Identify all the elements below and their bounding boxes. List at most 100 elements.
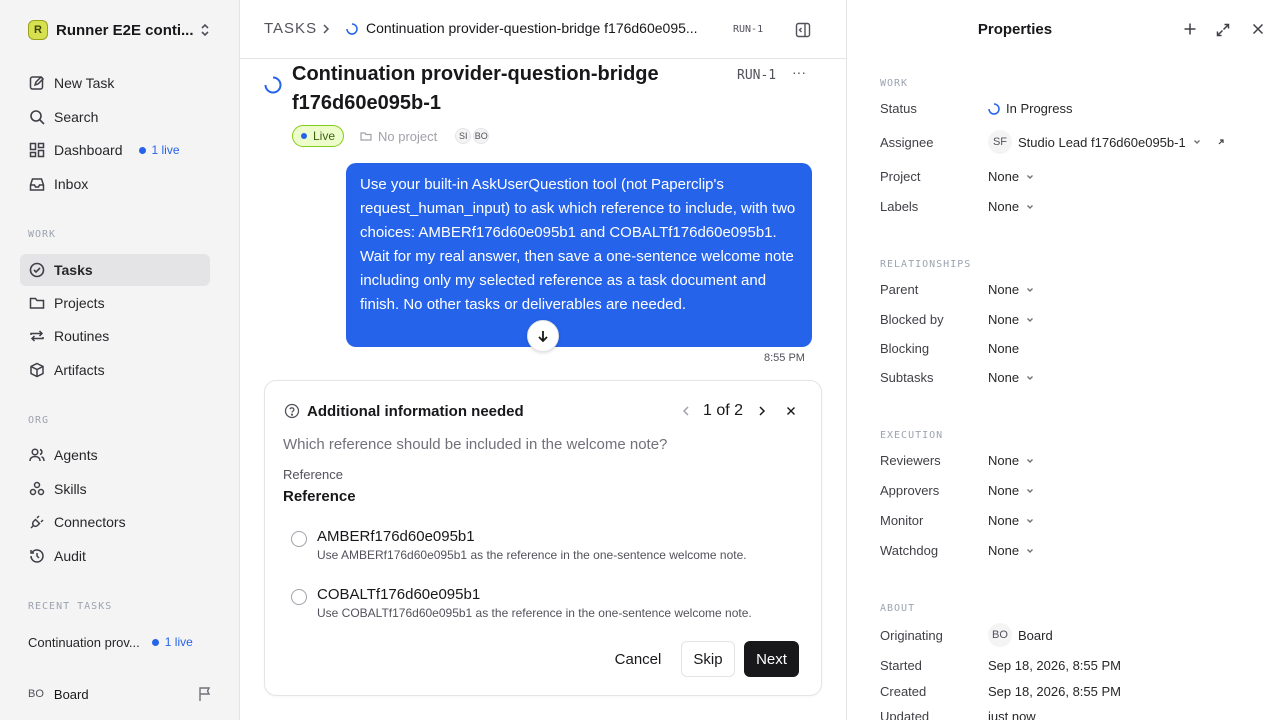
option-label: AMBERf176d60e095b1 bbox=[317, 528, 475, 545]
section-title-work: WORK bbox=[880, 78, 909, 89]
nav-new-task[interactable]: New Task bbox=[20, 67, 210, 99]
prop-originating: Originating BO Board bbox=[880, 623, 1270, 648]
flag-icon[interactable] bbox=[198, 686, 212, 702]
live-status-pill: Live bbox=[292, 125, 345, 147]
spinner-icon bbox=[346, 23, 358, 35]
chevron-down-icon bbox=[1027, 518, 1034, 523]
section-title-execution: EXECUTION bbox=[880, 430, 944, 441]
project-selector[interactable]: No project bbox=[360, 129, 437, 144]
nav-search[interactable]: Search bbox=[20, 101, 210, 133]
prop-reviewers: Reviewers None bbox=[880, 453, 1270, 473]
reviewers-value[interactable]: None bbox=[988, 453, 1035, 468]
close-icon[interactable] bbox=[1251, 22, 1265, 36]
nav-label: Artifacts bbox=[54, 362, 105, 378]
radio-button[interactable] bbox=[291, 531, 307, 547]
field-heading: Reference bbox=[283, 488, 356, 505]
nav-dashboard[interactable]: Dashboard 1 live bbox=[20, 134, 210, 166]
chevron-left-icon[interactable] bbox=[681, 405, 691, 417]
monitor-value[interactable]: None bbox=[988, 513, 1035, 528]
nav-label: Tasks bbox=[54, 262, 93, 278]
status-value[interactable]: In Progress bbox=[988, 101, 1072, 116]
top-bar: TASKS Continuation provider-question-bri… bbox=[240, 0, 846, 59]
breadcrumb-task-id: RUN-1 bbox=[733, 24, 764, 35]
prop-watchdog: Watchdog None bbox=[880, 543, 1270, 563]
more-options-icon[interactable]: ··· bbox=[792, 64, 806, 80]
repeat-icon bbox=[30, 330, 44, 342]
project-value[interactable]: None bbox=[988, 169, 1035, 184]
prop-key: Subtasks bbox=[880, 370, 934, 385]
nav-connectors[interactable]: Connectors bbox=[20, 506, 210, 538]
chevron-down-icon bbox=[1027, 174, 1034, 179]
scroll-down-button[interactable] bbox=[527, 320, 559, 352]
parent-value[interactable]: None bbox=[988, 282, 1035, 297]
prop-started: Started Sep 18, 2026, 8:55 PM bbox=[880, 658, 1270, 678]
recent-task-item[interactable]: Continuation prov... 1 live bbox=[28, 632, 218, 652]
prop-key: Monitor bbox=[880, 513, 924, 528]
option-description: Use COBALTf176d60e095b1 as the reference… bbox=[317, 606, 752, 620]
nav-label: Projects bbox=[54, 295, 105, 311]
pager-text: 1 of 2 bbox=[703, 402, 744, 419]
cancel-button[interactable]: Cancel bbox=[602, 641, 674, 677]
box-icon bbox=[30, 362, 44, 378]
workspace-name: Runner E2E conti... bbox=[56, 21, 194, 39]
nav-inbox[interactable]: Inbox bbox=[20, 168, 210, 200]
chevron-down-icon bbox=[1027, 375, 1034, 380]
option-cobalt[interactable]: COBALTf176d60e095b1 Use COBALTf176d60e09… bbox=[291, 586, 811, 626]
section-title-work: WORK bbox=[28, 229, 57, 240]
check-circle-icon bbox=[29, 262, 45, 278]
prop-updated: Updated just now bbox=[880, 709, 1270, 720]
assignee-value[interactable]: SF Studio Lead f176d60e095b-1 bbox=[988, 130, 1226, 154]
subtasks-value[interactable]: None bbox=[988, 370, 1035, 385]
recent-task-label: Continuation prov... bbox=[28, 634, 140, 650]
users-icon bbox=[29, 448, 45, 462]
prop-parent: Parent None bbox=[880, 282, 1270, 302]
chevron-up-down-icon bbox=[201, 23, 209, 37]
nav-artifacts[interactable]: Artifacts bbox=[20, 354, 210, 386]
nav-agents[interactable]: Agents bbox=[20, 439, 210, 471]
nav-tasks[interactable]: Tasks bbox=[20, 254, 210, 286]
nav-projects[interactable]: Projects bbox=[20, 287, 210, 319]
expand-icon[interactable] bbox=[1215, 22, 1231, 38]
nav-label: Connectors bbox=[54, 514, 126, 530]
help-circle-icon bbox=[284, 403, 300, 419]
option-amber[interactable]: AMBERf176d60e095b1 Use AMBERf176d60e095b… bbox=[291, 528, 811, 568]
breadcrumb-task-title: Continuation provider-question-bridge f1… bbox=[366, 20, 698, 36]
labels-value[interactable]: None bbox=[988, 199, 1035, 214]
prop-key: Labels bbox=[880, 199, 919, 214]
nav-audit[interactable]: Audit bbox=[20, 540, 210, 572]
field-label: Reference bbox=[283, 467, 343, 482]
user-menu[interactable]: BO Board bbox=[28, 684, 218, 704]
breadcrumb-tasks[interactable]: TASKS bbox=[264, 20, 317, 37]
watchdog-value[interactable]: None bbox=[988, 543, 1035, 558]
user-message: Use your built-in AskUserQuestion tool (… bbox=[346, 163, 812, 347]
nav-routines[interactable]: Routines bbox=[20, 320, 210, 352]
nav-skills[interactable]: Skills bbox=[20, 473, 210, 505]
external-link-icon[interactable] bbox=[1216, 137, 1226, 147]
approvers-value[interactable]: None bbox=[988, 483, 1035, 498]
prop-key: Approvers bbox=[880, 483, 940, 498]
live-badge: 1 live bbox=[138, 143, 180, 157]
prop-key: Started bbox=[880, 658, 922, 673]
chevron-down-icon bbox=[1027, 458, 1034, 463]
next-button[interactable]: Next bbox=[744, 641, 799, 677]
sidebar: R Runner E2E conti... New Task Search Da… bbox=[0, 0, 240, 720]
prop-blocked-by: Blocked by None bbox=[880, 312, 1270, 332]
section-title-about: ABOUT bbox=[880, 603, 916, 614]
plus-icon[interactable] bbox=[1182, 21, 1198, 37]
prop-key: Status bbox=[880, 101, 917, 116]
chevron-right-icon[interactable] bbox=[757, 405, 767, 417]
task-title[interactable]: Continuation provider-question-bridge f1… bbox=[292, 60, 672, 118]
skip-button[interactable]: Skip bbox=[681, 641, 735, 677]
section-title-recent: RECENT TASKS bbox=[28, 601, 113, 612]
panel-toggle-icon[interactable] bbox=[795, 22, 811, 38]
radio-button[interactable] bbox=[291, 589, 307, 605]
prop-assignee: Assignee SF Studio Lead f176d60e095b-1 bbox=[880, 130, 1270, 155]
close-icon[interactable] bbox=[785, 405, 797, 417]
chevron-down-icon bbox=[1027, 317, 1034, 322]
chevron-down-icon bbox=[1193, 140, 1200, 144]
question-card: Additional information needed 1 of 2 Whi… bbox=[264, 380, 822, 696]
prop-subtasks: Subtasks None bbox=[880, 370, 1270, 390]
workspace-switcher[interactable]: R Runner E2E conti... bbox=[28, 19, 218, 41]
status-spinner-icon bbox=[264, 76, 282, 94]
blocked-by-value[interactable]: None bbox=[988, 312, 1035, 327]
